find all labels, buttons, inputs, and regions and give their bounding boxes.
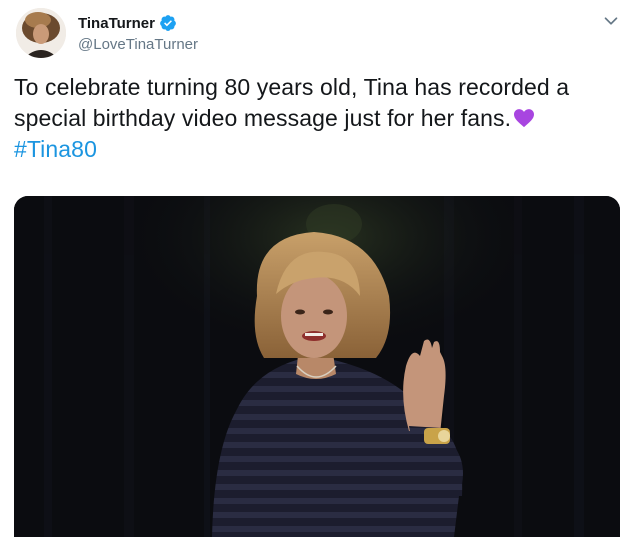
author-name-row[interactable]: TinaTurner [78,14,177,32]
purple-heart-icon [514,109,535,128]
author-display-name[interactable]: TinaTurner [78,15,155,32]
verified-badge-icon [160,15,176,31]
avatar-photo [16,8,66,58]
tweet-text-line-2: special birthday video message just for … [14,103,614,134]
chevron-down-icon[interactable] [600,10,622,32]
tweet-card: TinaTurner @LoveTinaTurner To celebrate … [0,0,632,537]
video-frame [14,196,620,537]
avatar[interactable] [16,8,66,58]
author-handle[interactable]: @LoveTinaTurner [78,36,198,53]
tweet-text: To celebrate turning 80 years old, Tina … [14,72,614,165]
tweet-text-line-1: To celebrate turning 80 years old, Tina … [14,74,570,100]
tweet-video[interactable] [14,196,620,537]
hashtag-link[interactable]: #Tina80 [14,134,614,165]
tweet-text-line-2-text: special birthday video message just for … [14,105,512,131]
